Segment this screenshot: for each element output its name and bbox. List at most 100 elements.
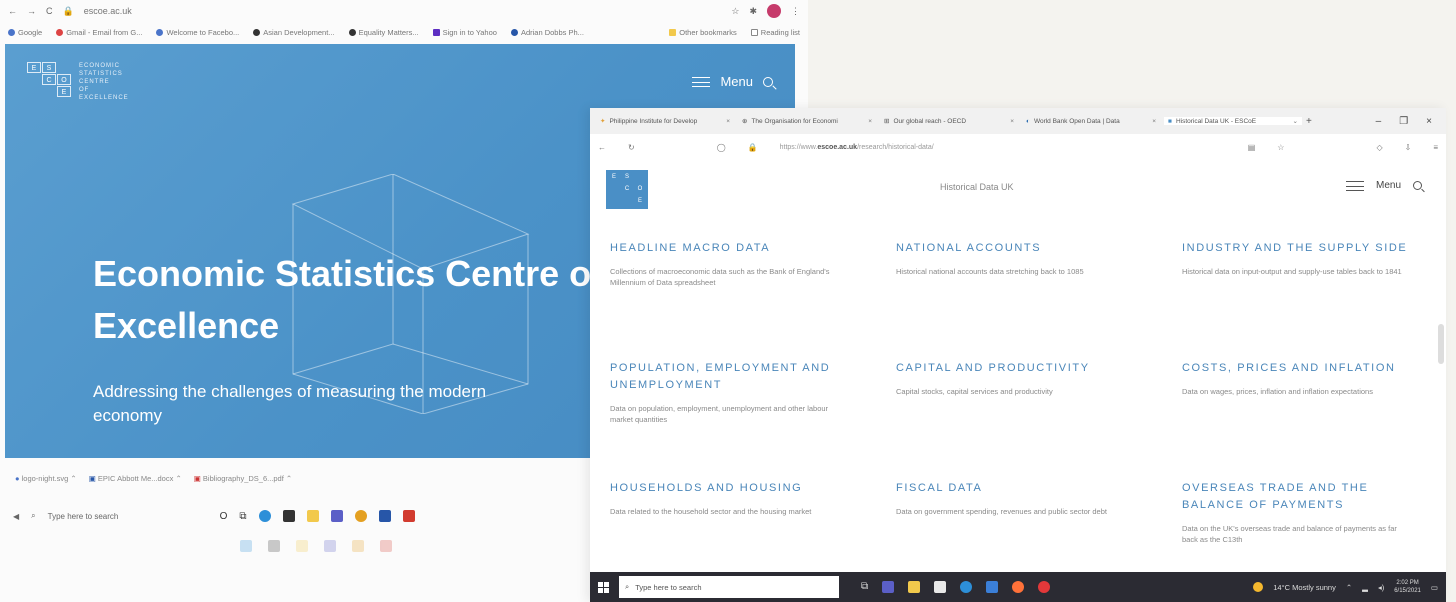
reload-icon[interactable]: C <box>46 6 53 16</box>
category-card[interactable]: CAPITAL AND PRODUCTIVITY Capital stocks,… <box>896 360 1182 460</box>
cortana-icon[interactable]: O <box>220 511 228 522</box>
category-card[interactable]: FISCAL DATA Data on government spending,… <box>896 480 1182 580</box>
store-icon[interactable] <box>282 510 295 522</box>
category-title[interactable]: POPULATION, EMPLOYMENT AND UNEMPLOYMENT <box>610 360 896 394</box>
escoe-logo[interactable]: ES CO E ECONOMIC STATISTICS CENTRE OF EX… <box>27 62 129 102</box>
category-title[interactable]: FISCAL DATA <box>896 480 1182 497</box>
taskbar-search-input[interactable]: Type here to search <box>635 583 701 592</box>
address-input[interactable]: escoe.ac.uk <box>84 6 132 16</box>
menu-button[interactable]: Menu <box>1345 180 1422 191</box>
search-icon[interactable] <box>763 76 773 87</box>
firefox-icon[interactable] <box>1012 581 1025 593</box>
volume-icon[interactable]: ◂) <box>1378 583 1384 592</box>
browser-tab[interactable]: ⊞ Our global reach - OECD × <box>880 117 1018 126</box>
bookmark-item[interactable]: Welcome to Facebo... <box>156 28 239 37</box>
weather-icon[interactable] <box>1253 582 1264 592</box>
shield-icon[interactable]: ◯ <box>717 143 726 152</box>
network-icon[interactable]: ▂ <box>1362 583 1368 592</box>
category-card[interactable]: OVERSEAS TRADE AND THE BALANCE OF PAYMEN… <box>1182 480 1430 580</box>
hamburger-menu-icon[interactable]: ≡ <box>1433 143 1438 152</box>
escoe-logo[interactable]: ES CO E <box>606 170 648 209</box>
category-title[interactable]: NATIONAL ACCOUNTS <box>896 240 1182 257</box>
close-icon[interactable]: × <box>1426 116 1432 127</box>
firefox-private-icon[interactable] <box>1038 581 1051 593</box>
windows-start-icon[interactable] <box>598 581 609 593</box>
bookmark-item[interactable]: Adrian Dobbs Ph... <box>510 28 584 37</box>
close-tab-icon[interactable]: × <box>1152 118 1156 125</box>
download-icon[interactable]: ⇩ <box>1405 143 1412 152</box>
close-tab-icon[interactable]: × <box>1010 118 1014 125</box>
kebab-menu-icon[interactable]: ⋮ <box>791 6 800 17</box>
category-title[interactable]: HEADLINE MACRO DATA <box>610 240 896 257</box>
browser-tab[interactable]: ✦ Philippine Institute for Develop × <box>596 117 734 126</box>
category-title[interactable]: HOUSEHOLDS AND HOUSING <box>610 480 896 497</box>
tray-chevron-icon[interactable]: ⌃ <box>1346 583 1352 592</box>
star-icon[interactable]: ☆ <box>731 6 739 17</box>
teams-icon[interactable] <box>882 581 895 593</box>
mail-icon[interactable] <box>986 581 999 593</box>
file-explorer-icon[interactable] <box>908 581 921 593</box>
download-item[interactable]: ▣ Bibliography_DS_6...pdf ⌃ <box>194 474 292 483</box>
close-tab-icon[interactable]: × <box>726 118 730 125</box>
close-tab-icon[interactable]: × <box>868 118 872 125</box>
category-card[interactable]: HEADLINE MACRO DATA Collections of macro… <box>610 240 896 340</box>
taskbar-clock[interactable]: 2:02 PM 6/15/2021 <box>1394 579 1421 595</box>
address-input[interactable]: https://www.escoe.ac.uk/research/histori… <box>780 144 934 151</box>
tab-favicon-icon: ◐ <box>1026 117 1030 125</box>
acrobat-icon[interactable] <box>402 510 415 522</box>
search-icon[interactable]: ⌕ <box>31 511 35 521</box>
task-view-icon[interactable]: ⧉ <box>239 511 246 522</box>
bookmark-item[interactable]: Equality Matters... <box>348 28 419 37</box>
restore-icon[interactable]: ❐ <box>1399 116 1408 127</box>
category-title[interactable]: COSTS, PRICES AND INFLATION <box>1182 360 1430 377</box>
weather-text[interactable]: 14°C Mostly sunny <box>1273 583 1336 592</box>
bookmark-item[interactable]: Reading list <box>750 28 800 37</box>
forward-icon[interactable]: → <box>27 6 36 16</box>
taskbar-search-input[interactable]: Type here to search <box>48 512 208 521</box>
browser-tab-active[interactable]: ■ Historical Data UK - ESCoE ⌄ <box>1164 117 1302 125</box>
file-explorer-icon[interactable] <box>306 510 319 522</box>
bookmark-item[interactable]: Sign in to Yahoo <box>432 28 497 37</box>
bookmark-item[interactable]: Gmail - Email from G... <box>56 28 142 37</box>
new-tab-icon[interactable]: + <box>1306 116 1312 127</box>
download-item[interactable]: ● logo-night.svg ⌃ <box>15 474 77 483</box>
task-view-icon[interactable]: ⧉ <box>861 581 868 593</box>
category-card[interactable]: NATIONAL ACCOUNTS Historical national ac… <box>896 240 1182 340</box>
teams-icon[interactable] <box>330 510 343 522</box>
back-icon[interactable]: ← <box>598 143 606 152</box>
bookmark-item[interactable]: Asian Development... <box>253 28 335 37</box>
menu-button[interactable]: Menu <box>692 74 773 89</box>
taskbar-search-box[interactable]: ⌕ Type here to search <box>619 576 839 598</box>
category-title[interactable]: CAPITAL AND PRODUCTIVITY <box>896 360 1182 377</box>
category-title[interactable]: INDUSTRY AND THE SUPPLY SIDE <box>1182 240 1430 257</box>
star-icon[interactable]: ☆ <box>1277 143 1284 152</box>
browser-tab[interactable]: ◐ World Bank Open Data | Data × <box>1022 118 1160 125</box>
edge-icon[interactable] <box>960 581 973 593</box>
notification-icon[interactable]: ▭ <box>1431 583 1438 592</box>
back-icon[interactable]: ← <box>8 6 17 16</box>
bookmark-item[interactable]: Google <box>8 28 42 37</box>
search-icon[interactable] <box>1413 181 1422 190</box>
category-card[interactable]: COSTS, PRICES AND INFLATION Data on wage… <box>1182 360 1430 460</box>
chevron-down-icon[interactable]: ⌄ <box>1293 117 1298 125</box>
category-card[interactable]: POPULATION, EMPLOYMENT AND UNEMPLOYMENT … <box>610 360 896 460</box>
reader-view-icon[interactable]: ▤ <box>1248 143 1256 152</box>
category-card[interactable]: HOUSEHOLDS AND HOUSING Data related to t… <box>610 480 896 580</box>
category-card[interactable]: INDUSTRY AND THE SUPPLY SIDE Historical … <box>1182 240 1430 340</box>
browser-tab[interactable]: ⊕ The Organisation for Economi × <box>738 117 876 126</box>
minimize-icon[interactable]: – <box>1376 116 1382 127</box>
scrollbar-thumb[interactable] <box>1438 324 1444 364</box>
windows-start-icon[interactable]: ◀ <box>13 512 19 521</box>
store-icon[interactable] <box>934 581 947 593</box>
category-title[interactable]: OVERSEAS TRADE AND THE BALANCE OF PAYMEN… <box>1182 480 1430 514</box>
edge-icon[interactable] <box>258 510 271 522</box>
extensions-icon[interactable]: ✱ <box>749 6 757 17</box>
reload-icon[interactable]: ↻ <box>628 143 635 152</box>
category-description: Historical national accounts data stretc… <box>896 267 1084 276</box>
download-item[interactable]: ▣ EPIC Abbott Me...docx ⌃ <box>89 474 182 483</box>
word-icon[interactable] <box>378 510 391 522</box>
bookmark-item[interactable]: Other bookmarks <box>669 28 737 37</box>
pocket-icon[interactable]: ◇ <box>1376 143 1382 152</box>
chrome-icon[interactable] <box>354 510 367 522</box>
avatar[interactable] <box>767 4 781 18</box>
